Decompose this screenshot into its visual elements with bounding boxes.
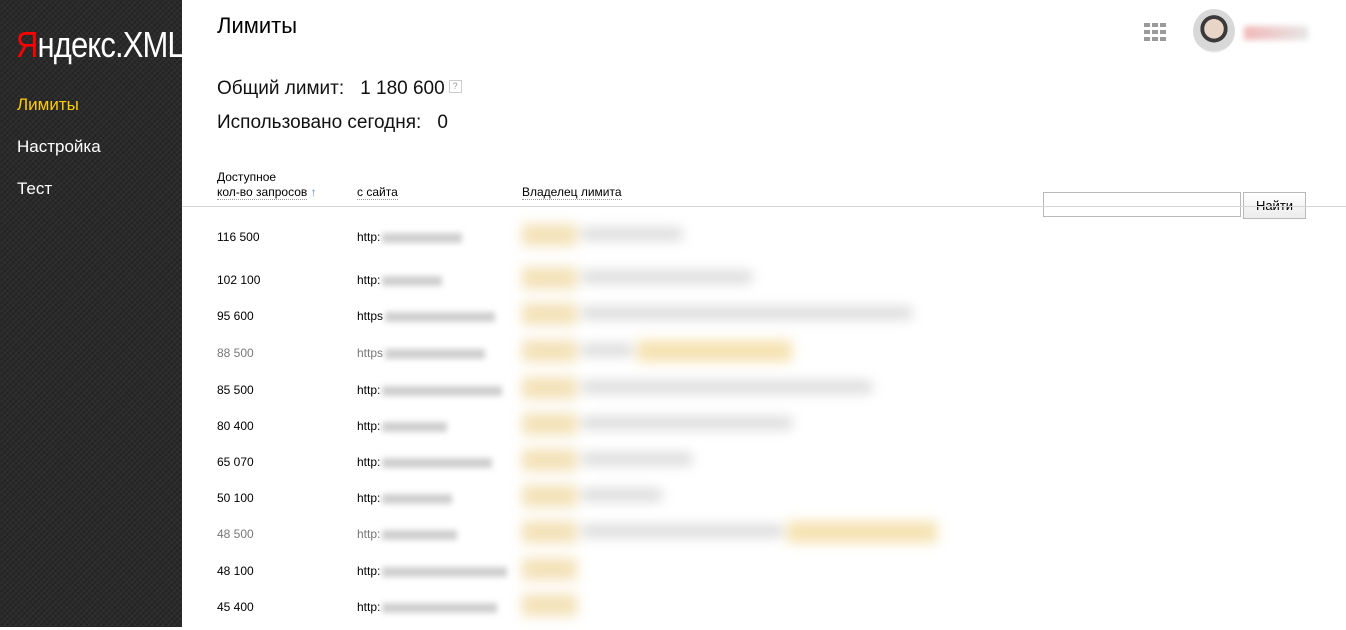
row-count: 48 500	[217, 527, 254, 541]
grid-icon[interactable]	[1144, 23, 1170, 43]
sidebar: Яндекс.XML Лимиты Настройка Тест	[0, 0, 185, 627]
row-count: 80 400	[217, 419, 254, 433]
table-row: 95 600 https	[182, 303, 1346, 339]
table-row: 80 400 http:	[182, 413, 1346, 449]
page-title: Лимиты	[217, 13, 298, 38]
table-row: 45 400 http:	[182, 594, 1346, 630]
table-row: 65 070 http:	[182, 449, 1346, 485]
sidebar-item-limits[interactable]: Лимиты	[17, 94, 101, 136]
sidebar-item-settings[interactable]: Настройка	[17, 136, 101, 178]
row-count: 102 100	[217, 273, 261, 287]
username-blurred[interactable]	[1244, 26, 1308, 40]
row-count: 88 500	[217, 346, 254, 360]
table-row: 85 500 http:	[182, 377, 1346, 413]
yandex-xml-logo[interactable]: Яндекс.XML	[16, 24, 185, 66]
row-site[interactable]: https	[357, 346, 486, 360]
row-count: 48 100	[217, 564, 254, 578]
logo-text: ндекс.XML	[37, 24, 185, 65]
sidebar-item-test[interactable]: Тест	[17, 178, 101, 220]
column-header-site[interactable]: с сайта	[357, 185, 398, 200]
row-site[interactable]: http:	[357, 491, 453, 505]
row-site[interactable]: http:	[357, 455, 493, 469]
row-count: 45 400	[217, 600, 254, 614]
table-row: 88 500 https	[182, 340, 1346, 376]
row-site[interactable]: http:	[357, 230, 463, 244]
row-site[interactable]: https	[357, 309, 496, 323]
sort-arrow-icon: ↑	[310, 185, 317, 199]
row-site[interactable]: http:	[357, 419, 448, 433]
row-site[interactable]: http:	[357, 600, 498, 614]
row-count: 116 500	[217, 230, 260, 244]
row-site[interactable]: http:	[357, 383, 503, 397]
table-row: 48 100 http:	[182, 558, 1346, 594]
table-row: 48 500 http:	[182, 521, 1346, 557]
total-limit-label: Общий лимит:	[217, 78, 345, 99]
used-today-label: Использовано сегодня:	[217, 112, 422, 133]
used-today-line: Использовано сегодня: 0	[217, 112, 448, 134]
total-limit-value: 1 180 600	[360, 78, 445, 99]
table-row: 116 500 http:	[182, 224, 1346, 260]
column-header-available[interactable]: Доступное кол-во запросов ↑	[217, 170, 317, 200]
user-avatar[interactable]	[1193, 9, 1235, 53]
help-icon[interactable]: ?	[448, 80, 462, 93]
total-limit-line: Общий лимит: 1 180 600?	[217, 78, 462, 100]
row-site[interactable]: http:	[357, 564, 508, 578]
used-today-value: 0	[437, 112, 448, 133]
header-divider	[182, 206, 1346, 207]
sidebar-nav: Лимиты Настройка Тест	[17, 94, 101, 220]
logo-first-letter: Я	[16, 24, 38, 65]
row-count: 65 070	[217, 455, 254, 469]
row-site[interactable]: http:	[357, 273, 443, 287]
column-header-owner[interactable]: Владелец лимита	[522, 185, 622, 200]
table-row: 50 100 http:	[182, 485, 1346, 521]
table-row: 102 100 http:	[182, 267, 1346, 303]
column-header-available-line2[interactable]: кол-во запросов	[217, 185, 308, 200]
column-header-available-line1: Доступное	[217, 170, 277, 184]
row-count: 95 600	[217, 309, 254, 323]
row-site[interactable]: http:	[357, 527, 458, 541]
main-content: Лимиты Общий лимит: 1 180 600? Использова…	[182, 0, 1346, 627]
row-count: 50 100	[217, 491, 254, 505]
search-input[interactable]	[1043, 192, 1241, 217]
row-count: 85 500	[217, 383, 254, 397]
